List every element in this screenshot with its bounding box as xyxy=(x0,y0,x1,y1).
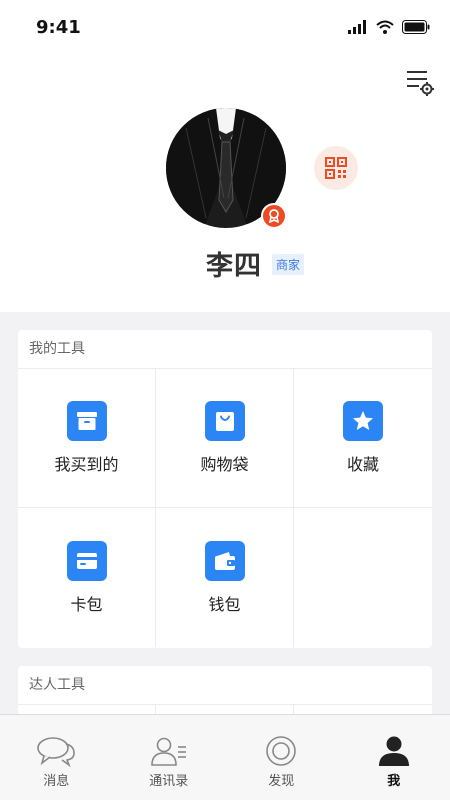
tab-label: 我 xyxy=(387,774,401,789)
tool-label: 钱包 xyxy=(208,594,241,614)
expert-tools-title: 达人工具 xyxy=(18,666,432,705)
star-icon xyxy=(343,401,383,441)
tool-label: 卡包 xyxy=(70,594,103,614)
tab-discover[interactable]: 发现 xyxy=(225,715,338,800)
tab-bar: 消息 通讯录 发现 我 xyxy=(0,714,450,800)
verified-badge xyxy=(261,203,287,229)
qr-code-button[interactable] xyxy=(314,146,358,190)
tools-grid: 我买到的 购物袋 收藏 卡包 钱包 xyxy=(18,369,432,647)
merchant-tag: 商家 xyxy=(271,253,304,275)
my-tools-title: 我的工具 xyxy=(18,330,432,369)
status-bar: 9:41 xyxy=(0,0,450,58)
qr-code-icon xyxy=(325,157,347,179)
status-icons xyxy=(348,20,430,34)
tool-label: 收藏 xyxy=(346,455,379,474)
tab-me[interactable]: 我 xyxy=(338,715,450,800)
settings-list-icon xyxy=(407,71,434,96)
ribbon-award-icon xyxy=(268,209,280,223)
discover-icon xyxy=(266,736,297,766)
tool-label: 我买到的 xyxy=(54,455,119,474)
tool-purchased[interactable]: 我买到的 xyxy=(18,369,156,508)
name-row: 李四 商家 xyxy=(0,243,450,283)
tab-label: 通讯录 xyxy=(149,774,189,789)
signal-icon xyxy=(348,20,366,34)
wallet-icon xyxy=(204,540,245,581)
my-tools-card: 我的工具 我买到的 购物袋 收藏 卡包 钱包 xyxy=(18,330,432,648)
contacts-icon xyxy=(150,737,186,766)
settings-button[interactable] xyxy=(405,68,435,98)
tool-empty-slot xyxy=(294,508,432,647)
card-wallet-icon xyxy=(66,540,107,581)
chat-bubbles-icon xyxy=(37,737,76,767)
status-time: 9:41 xyxy=(36,17,81,38)
shopping-bag-icon xyxy=(204,401,245,441)
tool-label: 购物袋 xyxy=(200,455,249,474)
tab-contacts[interactable]: 通讯录 xyxy=(113,715,226,800)
tool-wallet[interactable]: 钱包 xyxy=(156,508,294,647)
tab-messages[interactable]: 消息 xyxy=(0,715,113,800)
tool-card-wallet[interactable]: 卡包 xyxy=(18,508,156,647)
user-name: 李四 xyxy=(205,250,262,282)
battery-icon xyxy=(402,20,430,34)
tab-label: 发现 xyxy=(268,774,295,789)
tool-favorites[interactable]: 收藏 xyxy=(294,369,432,508)
profile-header: 李四 商家 xyxy=(0,58,450,312)
tool-shopping-bag[interactable]: 购物袋 xyxy=(156,369,294,508)
person-icon xyxy=(378,736,409,766)
tab-label: 消息 xyxy=(43,774,70,789)
wifi-icon xyxy=(376,20,394,34)
purchased-box-icon xyxy=(66,401,107,441)
